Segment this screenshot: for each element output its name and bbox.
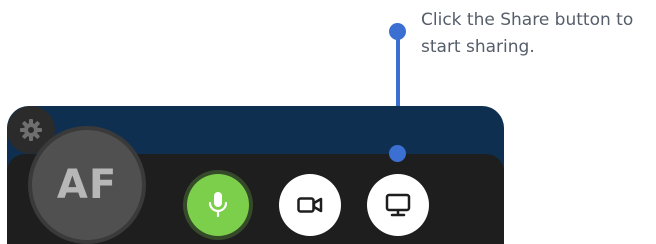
callout-pointer-dot-bottom [389, 145, 406, 162]
callout-text: Click the Share button to start sharing. [421, 7, 656, 61]
video-call-window: AF [7, 106, 504, 244]
microphone-icon [208, 192, 228, 218]
callout-line-1: Click the Share button to [421, 10, 634, 30]
camera-button[interactable] [279, 174, 341, 236]
avatar-initials: AF [56, 162, 118, 208]
gear-icon [20, 119, 42, 141]
callout-line-2: start sharing. [421, 37, 535, 57]
avatar: AF [28, 126, 146, 244]
monitor-icon [385, 193, 411, 217]
share-screen-button[interactable] [367, 174, 429, 236]
callout-pointer-dot-top [389, 23, 406, 40]
video-camera-icon [297, 197, 323, 213]
screen: Click the Share button to start sharing.… [0, 0, 656, 244]
microphone-button[interactable] [187, 174, 249, 236]
